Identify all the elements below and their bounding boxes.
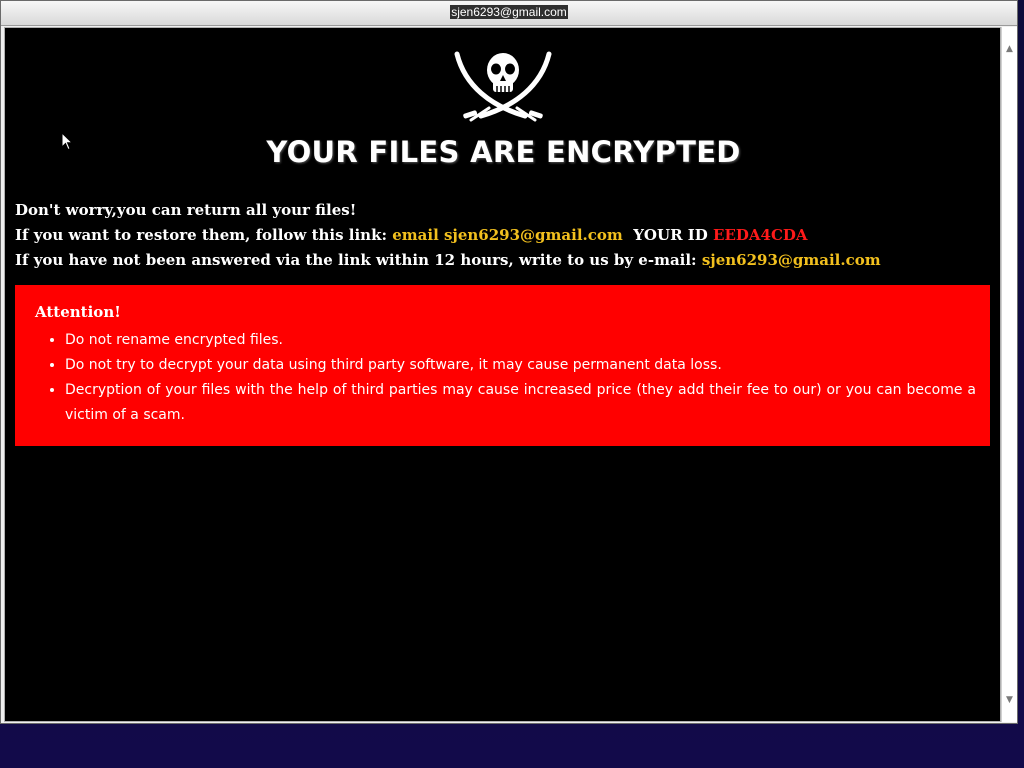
restore-text: If you want to restore them, follow this…: [15, 226, 393, 244]
mouse-pointer-icon: [61, 132, 73, 151]
attention-list: Do not rename encrypted files. Do not tr…: [35, 328, 976, 428]
fallback-email[interactable]: sjen6293@gmail.com: [702, 251, 881, 269]
attention-box: Attention! Do not rename encrypted files…: [15, 285, 990, 446]
id-label: YOUR ID: [633, 226, 714, 244]
list-item: Decryption of your files with the help o…: [65, 378, 976, 428]
reassurance-line: Don't worry,you can return all your file…: [15, 200, 356, 220]
scroll-up-arrow-icon[interactable]: ▲: [1002, 41, 1017, 57]
vertical-scrollbar[interactable]: ▲ ▼: [1001, 27, 1017, 722]
window-titlebar[interactable]: sjen6293@gmail.com: [1, 1, 1017, 26]
skull-crossed-sabers-icon: [454, 51, 552, 122]
fallback-contact-line: If you have not been answered via the li…: [15, 250, 881, 270]
victim-id: EEDA4CDA: [713, 226, 808, 244]
page-title: YOUR FILES ARE ENCRYPTED: [266, 135, 741, 169]
email-link[interactable]: email sjen6293@gmail.com: [392, 226, 623, 244]
window-title: sjen6293@gmail.com: [450, 5, 568, 19]
fallback-text: If you have not been answered via the li…: [15, 251, 702, 269]
list-item: Do not try to decrypt your data using th…: [65, 353, 976, 378]
list-item: Do not rename encrypted files.: [65, 328, 976, 353]
note-content: YOUR FILES ARE ENCRYPTED Don't worry,you…: [4, 27, 1001, 722]
restore-line: If you want to restore them, follow this…: [15, 225, 808, 245]
attention-title: Attention!: [35, 303, 121, 321]
ransom-note-window: sjen6293@gmail.com YOUR FILES ARE ENCRYP…: [0, 0, 1018, 724]
scroll-down-arrow-icon[interactable]: ▼: [1002, 692, 1017, 708]
reassurance-text: Don't worry,you can return all your file…: [15, 201, 357, 219]
